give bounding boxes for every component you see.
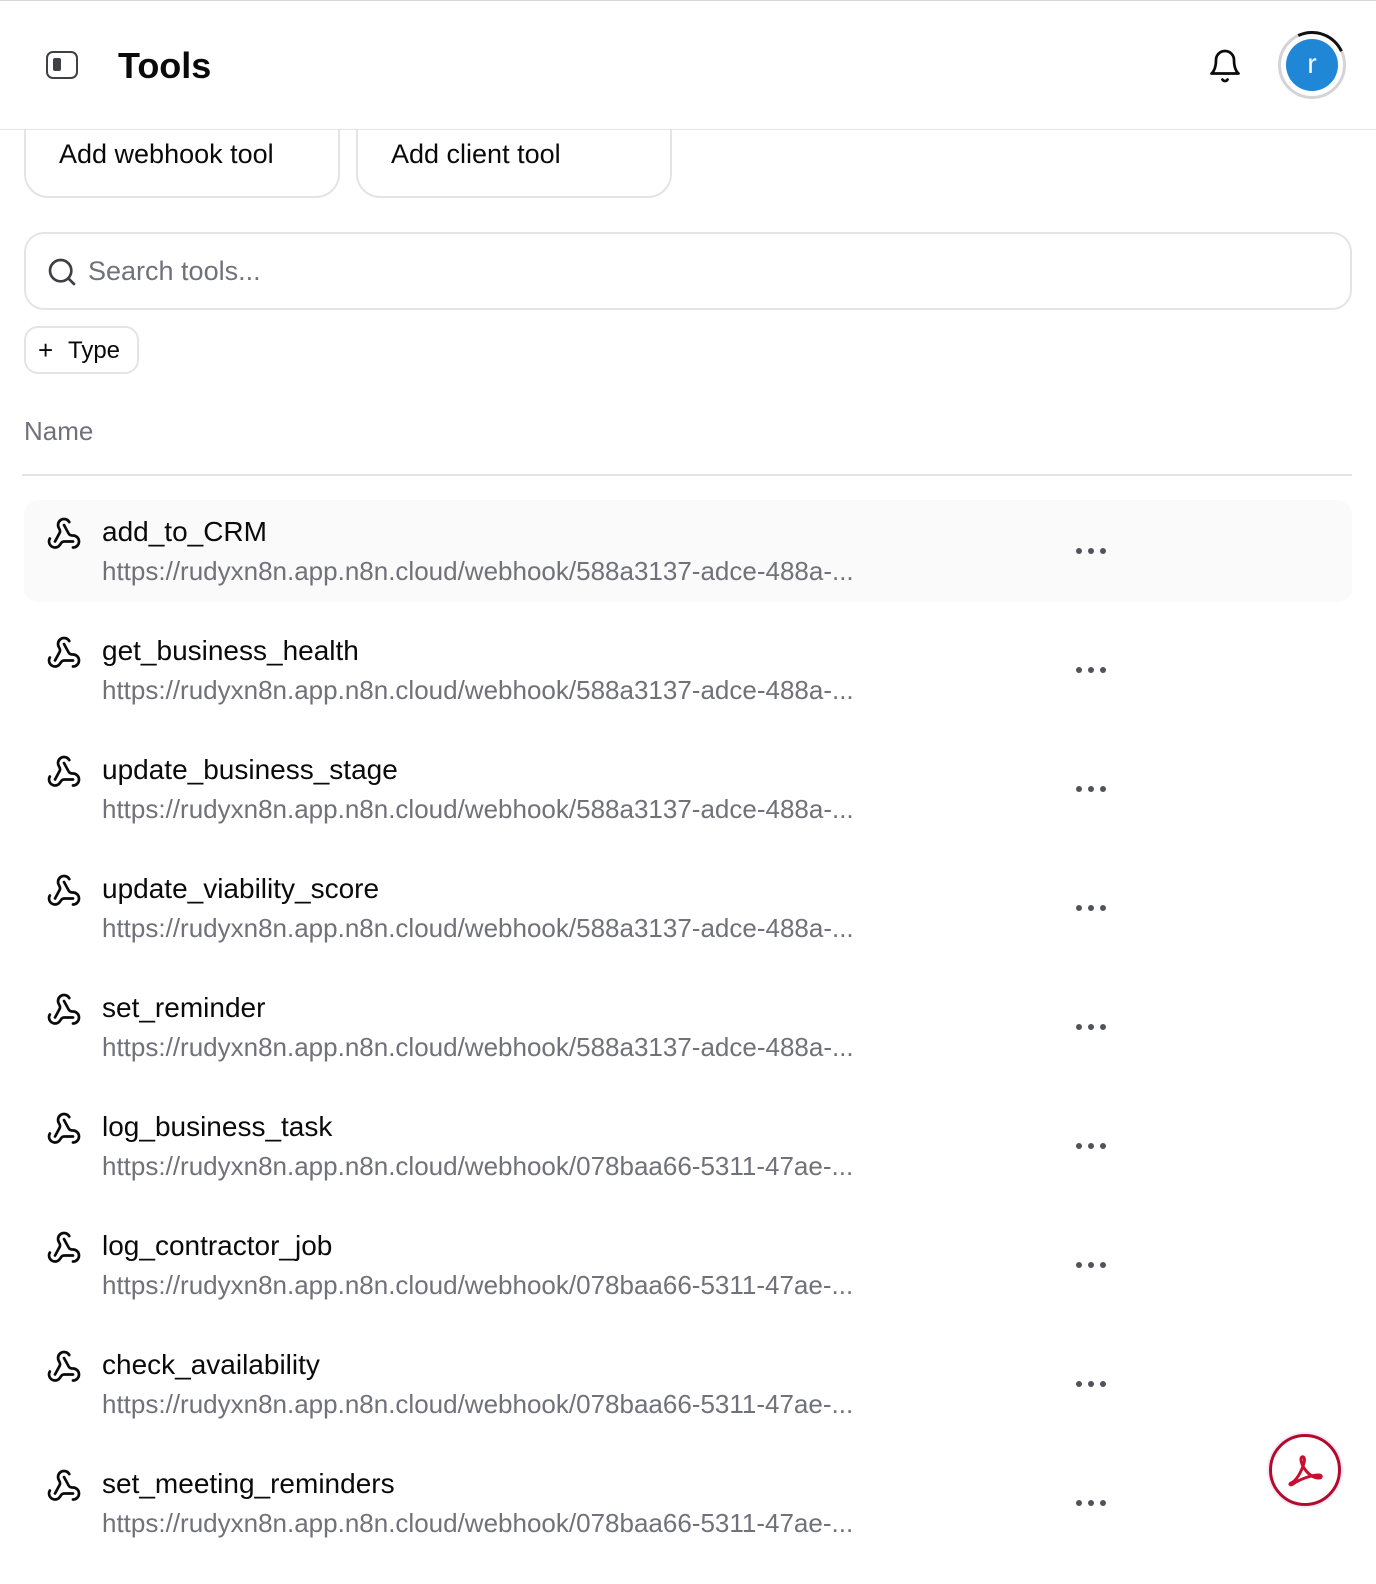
webhook-icon <box>47 1469 81 1501</box>
pdf-icon <box>1288 1455 1323 1487</box>
webhook-icon <box>47 1231 81 1263</box>
table-row[interactable]: update_business_stage https://rudyxn8n.ap… <box>24 738 1352 840</box>
sidebar-toggle-icon[interactable] <box>46 51 78 79</box>
tool-url: https://rudyxn8n.app.n8n.cloud/webhook/5… <box>102 675 854 705</box>
tool-url: https://rudyxn8n.app.n8n.cloud/webhook/0… <box>102 1508 854 1538</box>
more-horizontal-icon[interactable] <box>1074 1256 1108 1274</box>
search-icon <box>48 258 76 286</box>
tool-url: https://rudyxn8n.app.n8n.cloud/webhook/5… <box>102 1032 854 1062</box>
tool-name: update_viability_score <box>102 873 380 904</box>
table-row[interactable]: add_to_CRM https://rudyxn8n.app.n8n.cloud… <box>24 500 1352 602</box>
more-horizontal-icon[interactable] <box>1074 661 1108 679</box>
table-divider <box>22 474 1352 476</box>
plus-icon: + <box>38 335 54 365</box>
webhook-icon <box>47 636 81 668</box>
tool-name: log_contractor_job <box>102 1230 333 1261</box>
table-row[interactable]: log_business_task https://rudyxn8n.app.n8… <box>24 1095 1352 1197</box>
add-webhook-tool-label: Add webhook tool <box>59 139 274 169</box>
webhook-icon <box>47 517 81 549</box>
tool-name: set_meeting_reminders <box>102 1468 395 1499</box>
webhook-icon <box>47 1350 81 1382</box>
tool-name: add_to_CRM <box>102 516 267 547</box>
tool-url: https://rudyxn8n.app.n8n.cloud/webhook/0… <box>102 1151 854 1181</box>
search-input[interactable] <box>88 248 1328 294</box>
column-header-name[interactable]: Name <box>24 416 93 447</box>
type-filter-button[interactable]: + Type <box>24 326 139 374</box>
tool-url: https://rudyxn8n.app.n8n.cloud/webhook/5… <box>102 794 854 824</box>
tool-name: check_availability <box>102 1349 320 1380</box>
webhook-icon <box>47 993 81 1025</box>
search-box[interactable] <box>24 232 1352 310</box>
type-filter-label: Type <box>68 337 121 364</box>
pdf-floating-button[interactable] <box>1269 1434 1341 1506</box>
tool-url: https://rudyxn8n.app.n8n.cloud/webhook/5… <box>102 913 854 943</box>
more-horizontal-icon[interactable] <box>1074 542 1108 560</box>
table-row[interactable]: set_meeting_reminders https://rudyxn8n.ap… <box>24 1452 1352 1554</box>
tool-url: https://rudyxn8n.app.n8n.cloud/webhook/5… <box>102 556 854 586</box>
tool-name: log_business_task <box>102 1111 333 1142</box>
table-row[interactable]: update_viability_score https://rudyxn8n.a… <box>24 857 1352 959</box>
table-row[interactable]: check_availability https://rudyxn8n.app.n… <box>24 1333 1352 1435</box>
table-row[interactable]: set_reminder https://rudyxn8n.app.n8n.clo… <box>24 976 1352 1078</box>
tool-name: set_reminder <box>102 992 266 1023</box>
tool-url: https://rudyxn8n.app.n8n.cloud/webhook/0… <box>102 1270 854 1300</box>
top-header: Tools r <box>0 0 1376 130</box>
tools-page: Add webhook tool Add client tool Tools r… <box>0 0 1376 1584</box>
webhook-icon <box>47 755 81 787</box>
bell-icon[interactable] <box>1207 47 1243 85</box>
more-horizontal-icon[interactable] <box>1074 1375 1108 1393</box>
tool-name: update_business_stage <box>102 754 398 785</box>
more-horizontal-icon[interactable] <box>1074 899 1108 917</box>
webhook-icon <box>47 1112 81 1144</box>
more-horizontal-icon[interactable] <box>1074 780 1108 798</box>
webhook-icon <box>47 874 81 906</box>
more-horizontal-icon[interactable] <box>1074 1137 1108 1155</box>
tool-url: https://rudyxn8n.app.n8n.cloud/webhook/0… <box>102 1389 854 1419</box>
tool-name: get_business_health <box>102 635 359 666</box>
add-client-tool-label: Add client tool <box>391 139 561 169</box>
more-horizontal-icon[interactable] <box>1074 1494 1108 1512</box>
avatar[interactable]: r <box>1286 39 1338 91</box>
page-title: Tools <box>118 45 212 86</box>
table-row[interactable]: get_business_health https://rudyxn8n.app.… <box>24 619 1352 721</box>
table-row[interactable]: log_contractor_job https://rudyxn8n.app.n… <box>24 1214 1352 1316</box>
more-horizontal-icon[interactable] <box>1074 1018 1108 1036</box>
